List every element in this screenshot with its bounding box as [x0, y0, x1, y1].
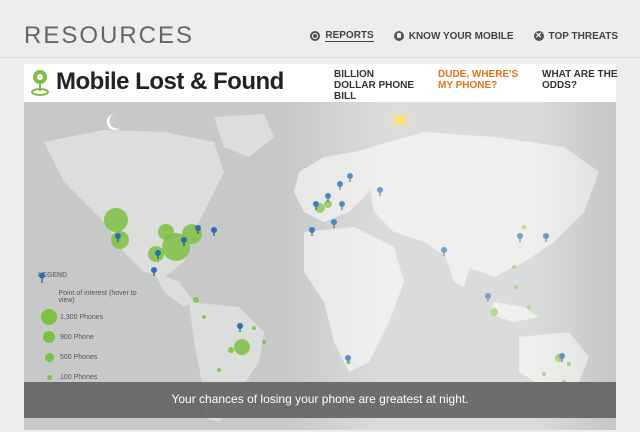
page-title: Mobile Lost & Found: [56, 68, 284, 95]
circle-small: [252, 326, 256, 330]
map-pin-icon: [31, 70, 49, 96]
legend-label-900: 900 Phone: [60, 333, 94, 341]
circle-brazil[interactable]: [234, 339, 250, 355]
circle-icon: [38, 331, 60, 343]
legend-label-1300: 1,300 Phones: [60, 313, 104, 321]
radio-icon: [310, 31, 321, 41]
legend-row-1300: 1,300 Phones: [38, 307, 148, 327]
circle-small: [262, 340, 266, 344]
circle-small: [217, 368, 221, 372]
map-legend: LEGEND Point of interest (hover to view)…: [38, 272, 148, 387]
x-icon: ✕: [533, 31, 544, 41]
circle-west-us[interactable]: [104, 208, 128, 232]
nav-reports-label: REPORTS: [325, 30, 374, 42]
north-america: [44, 130, 224, 277]
circle-midwest[interactable]: [158, 224, 174, 240]
legend-title: LEGEND: [38, 272, 68, 279]
legend-label-500: 500 Phones: [60, 353, 98, 361]
nav-top-threats-label: TOP THREATS: [548, 30, 618, 42]
tab-billion-dollar-phone-bill[interactable]: BILLION DOLLAR PHONE BILL: [334, 69, 418, 102]
circle-california[interactable]: [111, 231, 129, 249]
world-map[interactable]: LEGEND Point of interest (hover to view)…: [24, 102, 616, 430]
section-title: RESOURCES: [24, 22, 195, 49]
tab-dude-wheres-my-phone[interactable]: DUDE, WHERE'S MY PHONE?: [438, 69, 522, 102]
pin-icon[interactable]: [211, 227, 217, 236]
circle-small: [193, 297, 199, 303]
nav-reports[interactable]: REPORTS: [310, 30, 374, 42]
nav-know-your-mobile[interactable]: KNOW YOUR MOBILE: [393, 30, 514, 42]
circle-icon: [38, 374, 60, 380]
moon-icon: [106, 114, 120, 130]
central-america: [154, 272, 194, 307]
daylight-overlay: [284, 102, 616, 430]
nav-know-your-mobile-label: KNOW YOUR MOBILE: [408, 30, 514, 42]
sub-tabs: BILLION DOLLAR PHONE BILL DUDE, WHERE'S …: [334, 69, 626, 102]
top-nav: REPORTS KNOW YOUR MOBILE ✕ TOP THREATS: [310, 30, 618, 42]
circle-icon: [38, 352, 60, 362]
page-header: Mobile Lost & Found BILLION DOLLAR PHONE…: [24, 64, 618, 102]
circle-icon: [38, 309, 60, 325]
legend-label-100: 100 Phones: [60, 373, 98, 381]
circle-small: [228, 347, 234, 353]
tab-what-are-the-odds[interactable]: WHAT ARE THE ODDS?: [542, 69, 626, 102]
map-caption: Your chances of losing your phone are gr…: [171, 392, 469, 406]
top-bar: RESOURCES REPORTS KNOW YOUR MOBILE ✕ TOP…: [0, 0, 640, 58]
phone-icon: [393, 31, 404, 41]
legend-row-900: 900 Phone: [38, 327, 148, 347]
legend-row-poi: Point of interest (hover to view): [38, 272, 148, 307]
nav-top-threats[interactable]: ✕ TOP THREATS: [533, 30, 618, 42]
caption-bar: Your chances of losing your phone are gr…: [24, 382, 616, 418]
legend-label-poi: Point of interest (hover to view): [58, 290, 137, 304]
legend-row-500: 500 Phones: [38, 347, 148, 367]
circle-small: [202, 315, 206, 319]
greenland: [214, 114, 274, 157]
